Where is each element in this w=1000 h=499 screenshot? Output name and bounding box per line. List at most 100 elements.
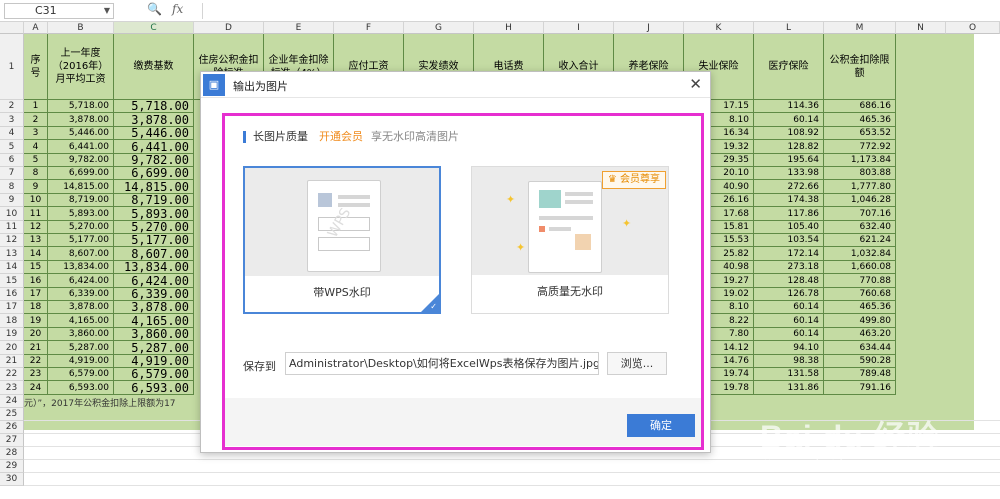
cell-l[interactable]: 126.78 xyxy=(754,288,824,301)
header-cell-c[interactable]: 缴费基数 xyxy=(114,34,194,100)
cell-b[interactable]: 3,860.00 xyxy=(48,328,114,341)
cell-a[interactable]: 11 xyxy=(24,207,48,221)
zoom-icon[interactable]: 🔍 xyxy=(147,2,162,16)
cell-c[interactable]: 5,287.00 xyxy=(114,341,194,355)
cell-c[interactable]: 5,177.00 xyxy=(114,234,194,247)
cell-a[interactable]: 3 xyxy=(24,127,48,140)
cell-b[interactable]: 9,782.00 xyxy=(48,154,114,167)
cell-a[interactable]: 24 xyxy=(24,381,48,395)
cell-b[interactable]: 8,607.00 xyxy=(48,247,114,261)
cell-l[interactable]: 98.38 xyxy=(754,355,824,368)
row-header[interactable]: 27 xyxy=(0,434,24,447)
cell-a[interactable]: 20 xyxy=(24,328,48,341)
cell-l[interactable]: 117.86 xyxy=(754,207,824,221)
cell-b[interactable]: 14,815.00 xyxy=(48,180,114,194)
select-all-corner[interactable] xyxy=(0,22,24,34)
cell-l[interactable]: 103.54 xyxy=(754,234,824,247)
cell-m[interactable]: 1,173.84 xyxy=(824,154,896,167)
cell-b[interactable]: 6,699.00 xyxy=(48,167,114,180)
column-header-b[interactable]: B xyxy=(48,22,114,34)
cell-l[interactable]: 172.14 xyxy=(754,247,824,261)
cell-a[interactable]: 14 xyxy=(24,247,48,261)
cell-c[interactable]: 5,718.00 xyxy=(114,100,194,113)
header-cell-b[interactable]: 上一年度（2016年）月平均工资 xyxy=(48,34,114,100)
cell-c[interactable]: 14,815.00 xyxy=(114,180,194,194)
cell-l[interactable]: 174.38 xyxy=(754,194,824,207)
cell-m[interactable]: 499.80 xyxy=(824,314,896,328)
cell-b[interactable]: 5,893.00 xyxy=(48,207,114,221)
cell-c[interactable]: 3,878.00 xyxy=(114,113,194,127)
cell-l[interactable]: 131.58 xyxy=(754,368,824,381)
cell-a[interactable]: 18 xyxy=(24,301,48,314)
cell-l[interactable]: 114.36 xyxy=(754,100,824,113)
cell-a[interactable]: 5 xyxy=(24,154,48,167)
column-header-e[interactable]: E xyxy=(264,22,334,34)
cell-l[interactable]: 94.10 xyxy=(754,341,824,355)
row-header[interactable]: 23 xyxy=(0,381,24,395)
column-header-f[interactable]: F xyxy=(334,22,404,34)
row-header[interactable]: 26 xyxy=(0,421,24,434)
row-header[interactable]: 5 xyxy=(0,140,24,154)
close-icon[interactable]: ✕ xyxy=(689,75,702,93)
column-header-n[interactable]: N xyxy=(896,22,946,34)
cell-a[interactable]: 23 xyxy=(24,368,48,381)
name-box[interactable]: C31 ▼ xyxy=(4,3,114,19)
fx-icon[interactable]: fx xyxy=(172,2,183,16)
cell-a[interactable]: 1 xyxy=(24,100,48,113)
cell-b[interactable]: 5,177.00 xyxy=(48,234,114,247)
cell-b[interactable]: 6,424.00 xyxy=(48,274,114,288)
cell-m[interactable]: 590.28 xyxy=(824,355,896,368)
cell-l[interactable]: 60.14 xyxy=(754,328,824,341)
row-header[interactable]: 13 xyxy=(0,247,24,261)
row-header[interactable]: 12 xyxy=(0,234,24,247)
row-header[interactable]: 2 xyxy=(0,100,24,113)
row-header[interactable]: 10 xyxy=(0,207,24,221)
cell-m[interactable]: 465.36 xyxy=(824,113,896,127)
cell-c[interactable]: 6,579.00 xyxy=(114,368,194,381)
cell-b[interactable]: 5,446.00 xyxy=(48,127,114,140)
cell-b[interactable]: 6,441.00 xyxy=(48,140,114,154)
cell-b[interactable]: 4,165.00 xyxy=(48,314,114,328)
cell-a[interactable]: 13 xyxy=(24,234,48,247)
row-header[interactable]: 24 xyxy=(0,395,24,408)
cell-a[interactable]: 2 xyxy=(24,113,48,127)
cell-c[interactable]: 6,424.00 xyxy=(114,274,194,288)
row-header[interactable]: 7 xyxy=(0,167,24,180)
cell-l[interactable]: 60.14 xyxy=(754,314,824,328)
cell-b[interactable]: 5,718.00 xyxy=(48,100,114,113)
row-header[interactable]: 30 xyxy=(0,473,24,486)
row-header[interactable]: 3 xyxy=(0,113,24,127)
cell-l[interactable]: 60.14 xyxy=(754,301,824,314)
cell-a[interactable]: 8 xyxy=(24,167,48,180)
cell-l[interactable]: 60.14 xyxy=(754,113,824,127)
cell-m[interactable]: 1,046.28 xyxy=(824,194,896,207)
cell-c[interactable]: 6,339.00 xyxy=(114,288,194,301)
cell-m[interactable]: 686.16 xyxy=(824,100,896,113)
row-header[interactable]: 14 xyxy=(0,261,24,274)
cell-a[interactable]: 21 xyxy=(24,341,48,355)
note-cell[interactable]: 元）”，2017年公积金扣除上限额为17 xyxy=(24,396,176,409)
cell-b[interactable]: 6,339.00 xyxy=(48,288,114,301)
cell-c[interactable]: 6,441.00 xyxy=(114,140,194,154)
cell-l[interactable]: 105.40 xyxy=(754,221,824,234)
cell-l[interactable]: 128.82 xyxy=(754,140,824,154)
row-header[interactable]: 29 xyxy=(0,460,24,473)
cell-c[interactable]: 8,607.00 xyxy=(114,247,194,261)
column-header-h[interactable]: H xyxy=(474,22,544,34)
cell-b[interactable]: 3,878.00 xyxy=(48,301,114,314)
cell-a[interactable]: 16 xyxy=(24,274,48,288)
column-header-c[interactable]: C xyxy=(114,22,194,34)
cell-a[interactable]: 19 xyxy=(24,314,48,328)
cell-c[interactable]: 9,782.00 xyxy=(114,154,194,167)
cell-l[interactable]: 272.66 xyxy=(754,180,824,194)
cell-m[interactable]: 707.16 xyxy=(824,207,896,221)
cell-c[interactable]: 4,165.00 xyxy=(114,314,194,328)
cell-a[interactable]: 22 xyxy=(24,355,48,368)
cell-a[interactable]: 17 xyxy=(24,288,48,301)
cell-c[interactable]: 5,270.00 xyxy=(114,221,194,234)
cell-m[interactable]: 653.52 xyxy=(824,127,896,140)
cell-m[interactable]: 772.92 xyxy=(824,140,896,154)
row-header[interactable]: 8 xyxy=(0,180,24,194)
cell-a[interactable]: 4 xyxy=(24,140,48,154)
cell-c[interactable]: 5,893.00 xyxy=(114,207,194,221)
